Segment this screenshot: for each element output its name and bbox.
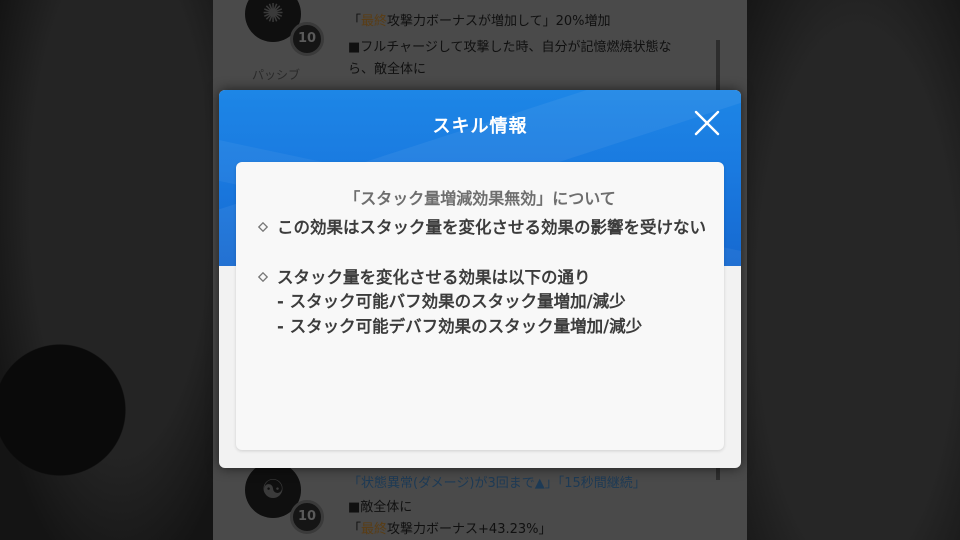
passive-label: パッシブ: [252, 68, 301, 82]
skill-level-badge: 10: [290, 22, 324, 56]
skill-desc-line: 「最終攻撃力ボーナスが増加して」20%増加: [348, 14, 611, 29]
skill-desc-line: ■敵全体に: [348, 500, 413, 515]
skill-desc-line: 「最終攻撃力ボーナス+43.23%」: [348, 522, 552, 537]
diamond-bullet-icon: [258, 272, 268, 282]
list-item: スタック量を変化させる効果は以下の通り: [258, 266, 708, 290]
skill-desc-line: ■フルチャージして攻撃した時、自分が記憶燃焼状態な: [348, 40, 672, 55]
effect-title: 「スタック量増減効果無効」について: [344, 189, 616, 208]
sub-list-item: - スタック可能バフ効果のスタック量増加/減少: [277, 292, 626, 311]
info-content-card: 「スタック量増減効果無効」について この効果はスタック量を変化させる効果の影響を…: [236, 162, 724, 450]
bullet-text: この効果はスタック量を変化させる効果の影響を受けない: [277, 218, 706, 237]
diamond-bullet-icon: [258, 222, 268, 232]
skill-desc-line: ら、敵全体に: [348, 62, 427, 77]
close-button[interactable]: [691, 107, 723, 139]
skill-info-dialog: スキル情報 「スタック量増減効果無効」について この効果はスタック量を変化させる…: [219, 90, 741, 468]
list-item: この効果はスタック量を変化させる効果の影響を受けない: [258, 216, 708, 264]
sub-list-item: - スタック可能デバフ効果のスタック量増加/減少: [277, 317, 643, 336]
skill-level-badge: 10: [290, 500, 324, 534]
background-right-artwork: [747, 0, 960, 540]
close-x-icon: [694, 110, 720, 136]
skill-desc-line: 「状態異常(ダメージ)が3回まで▲」「15秒間継続」: [348, 476, 646, 491]
dialog-title: スキル情報: [432, 116, 528, 137]
bullet-text: スタック量を変化させる効果は以下の通り: [277, 268, 591, 287]
background-left-artwork: [0, 0, 213, 540]
